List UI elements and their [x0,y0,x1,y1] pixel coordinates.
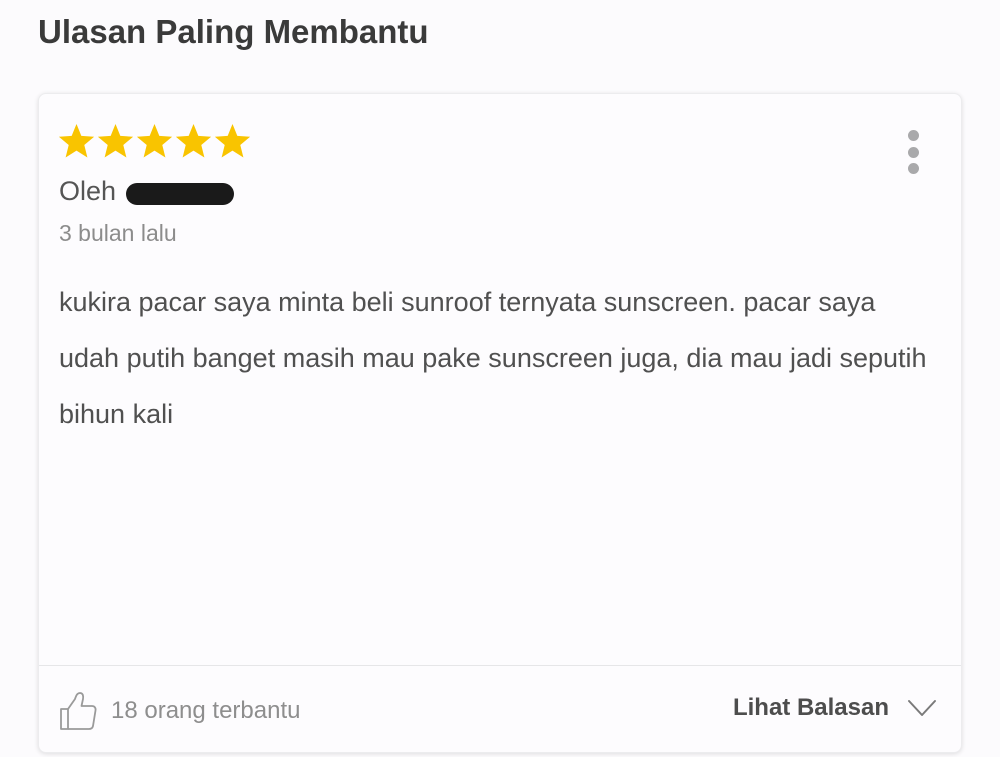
star-icon [175,123,212,158]
author-prefix: Oleh [59,176,117,206]
helpful-button[interactable]: 18 orang terbantu [59,691,300,731]
star-icon [58,123,95,158]
view-replies-button[interactable]: Lihat Balasan [733,694,937,722]
helpful-count: 18 orang terbantu [111,697,301,724]
divider [39,665,961,666]
view-replies-label: Lihat Balasan [732,694,889,721]
chevron-down-icon [908,700,936,716]
more-vertical-icon [907,163,919,174]
redacted-author-name [126,182,235,205]
more-options-button[interactable] [901,130,925,174]
star-icon [136,123,173,158]
section-title: Ulasan Paling Membantu [38,13,429,50]
more-vertical-icon [907,146,919,158]
review-text: kukira pacar saya minta beli sunroof ter… [59,287,927,429]
star-rating [57,122,252,161]
star-icon [214,123,251,158]
review-author: Oleh [59,176,235,207]
review-time: 3 bulan lalu [59,220,177,246]
thumbs-up-icon [60,692,97,730]
more-vertical-icon [907,130,919,141]
star-icon [97,123,134,158]
review-card: Oleh 3 bulan lalu kukira pacar saya mint… [38,93,962,753]
